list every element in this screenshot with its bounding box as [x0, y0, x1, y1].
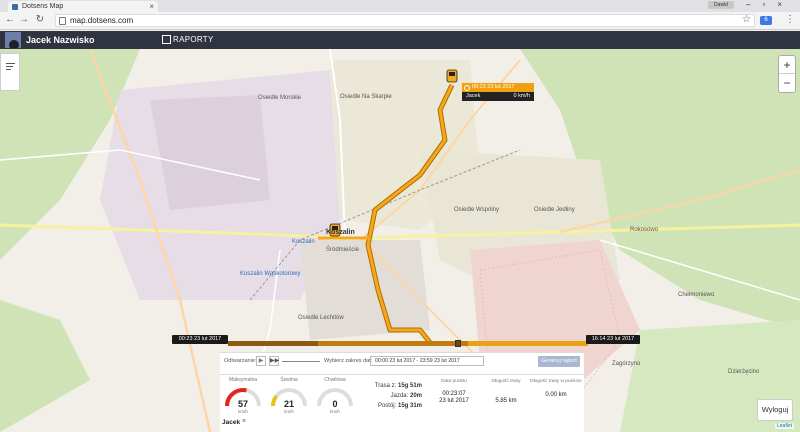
forward-icon[interactable]: → — [18, 14, 30, 26]
route-summary: Trasa z: 15g 51m Jazda: 20m Postój: 15g … — [368, 381, 422, 411]
close-tab-icon[interactable]: × — [149, 1, 154, 12]
extension-icon[interactable]: 6 — [760, 16, 772, 25]
map-label: Śródmieście — [326, 247, 360, 253]
remove-driver-icon[interactable]: × — [242, 418, 246, 425]
clock-icon — [464, 84, 470, 91]
gauge-label: Maksymalna — [228, 377, 258, 383]
stop-label: Postój: — [377, 403, 397, 409]
window-controls[interactable]: –▫× — [746, 0, 794, 9]
zoom-in-button[interactable]: + — [779, 56, 795, 74]
gauge-unit: km/h — [238, 409, 248, 414]
generate-report-button[interactable]: Generuj raport — [538, 356, 580, 367]
back-icon[interactable]: ← — [4, 14, 16, 26]
column-header: Długość trasy w punkcie — [530, 379, 582, 384]
fast-forward-button[interactable]: ▶▶ — [269, 356, 279, 366]
timeline-end-label: 16:14 23 lut 2017 — [586, 335, 640, 344]
gauge-max-speed: Maksymalna 57 km/h — [220, 377, 266, 414]
column-header: Długość trasy — [491, 379, 521, 384]
popup-driver: Jacek — [466, 93, 481, 99]
stats-panel: Maksymalna 57 km/h Średnia 21 km/h Chwil… — [220, 374, 584, 432]
gauge-unit: km/h — [330, 409, 340, 414]
zoom-out-button[interactable]: − — [779, 74, 795, 92]
map-label: Koszalin — [326, 229, 355, 236]
point-time: 00:23:07 — [442, 391, 466, 397]
timeline-bar[interactable] — [228, 340, 588, 347]
page-icon — [59, 17, 66, 25]
stop-value: 15g 31m — [397, 403, 422, 409]
route-length-value: 5.85 km — [495, 398, 517, 404]
tab-title: Dotsens Map — [22, 3, 64, 10]
map-label: Rokosowo — [630, 227, 659, 233]
reload-icon[interactable]: ↻ — [34, 14, 46, 26]
gauge-unit: km/h — [284, 409, 294, 414]
date-range-label: Wybierz zakres dat: — [324, 358, 373, 364]
playback-label: Odtwarzanie: — [224, 358, 257, 364]
date-range-input[interactable]: 00:00 23 lut 2017 - 23:59 23 lut 2017 — [370, 356, 484, 366]
playback-controls: Odtwarzanie: ▶ ▶▶ Wybierz zakres dat: 00… — [220, 352, 584, 374]
route-length-column: Długość trasy 5.85 km — [480, 379, 532, 405]
popup-info-row: Jacek 0 km/h — [462, 92, 534, 101]
point-length-value: 0.00 km — [545, 392, 567, 398]
map-label: Osiedle Jedliny — [534, 207, 575, 213]
reports-icon[interactable] — [162, 35, 171, 44]
address-bar-row: ← → ↻ map.dotsens.com ☆ 6 ⋮ — [0, 12, 800, 30]
bookmark-star-icon[interactable]: ☆ — [742, 14, 751, 25]
map-label: Dzierżęcino — [728, 369, 760, 375]
gauge-label: Chwilowa — [324, 377, 346, 383]
avatar[interactable] — [5, 32, 21, 48]
timeline-handle[interactable] — [455, 340, 462, 347]
url-text: map.dotsens.com — [70, 16, 134, 25]
url-input[interactable]: map.dotsens.com — [55, 14, 755, 27]
gauge-value: 21 — [283, 399, 294, 409]
popup-time: 00:23 23 lut 2017 — [472, 84, 515, 90]
gauge-current-speed: Chwilowa 0 km/h — [312, 377, 358, 414]
timeline-segment — [318, 341, 468, 346]
point-length-column: Długość trasy w punkcie 0.00 km — [530, 379, 582, 399]
drive-label: Jazda: — [390, 393, 409, 399]
driver-name: Jacek — [222, 419, 241, 426]
gauge-label: Średnia — [280, 377, 298, 383]
map-label: Osiedle Wspólny — [454, 207, 500, 213]
route-value: 15g 51m — [397, 383, 422, 389]
browser-menu-icon[interactable]: ⋮ — [785, 14, 795, 25]
gauge-value: 57 — [237, 399, 248, 409]
leaflet-attribution[interactable]: Leaflet — [775, 423, 795, 429]
map-label: Osiedle Na Skarpie — [340, 94, 392, 100]
map-label: Osiedle Morskie — [258, 95, 302, 101]
route-label: Trasa z: — [374, 383, 397, 389]
map-label: Osiedle Lechitów — [298, 315, 344, 321]
column-header: Data punktu — [441, 379, 467, 384]
point-date: 23 lut 2017 — [439, 398, 469, 404]
position-popup[interactable]: 00:23 23 lut 2017 Jacek 0 km/h — [462, 83, 534, 101]
timeline-start-label: 00:23 23 lut 2017 — [172, 335, 228, 344]
map-label: Chełmoniewo — [678, 292, 715, 298]
app-header: Jacek Nazwisko RAPORTY — [0, 31, 800, 49]
gauge-avg-speed: Średnia 21 km/h — [266, 377, 312, 414]
gauge-value: 0 — [332, 399, 338, 409]
reports-link[interactable]: RAPORTY — [173, 31, 214, 49]
favicon-icon — [12, 4, 18, 10]
zoom-control: + − — [778, 55, 796, 93]
popup-speed: 0 km/h — [513, 93, 530, 99]
filter-menu-button[interactable] — [0, 53, 20, 91]
popup-time-row: 00:23 23 lut 2017 — [462, 83, 534, 92]
play-button[interactable]: ▶ — [256, 356, 266, 366]
map-label: Koszalin Wąskotorowy — [240, 271, 301, 277]
browser-tab-strip: Dotsens Map × Dawid –▫× — [0, 0, 800, 13]
profile-badge[interactable]: Dawid — [708, 1, 734, 9]
playback-speed-slider[interactable] — [282, 361, 320, 362]
logout-button[interactable]: Wyloguj — [757, 399, 793, 421]
map-label: Zagórzyno — [612, 361, 641, 367]
drive-value: 20m — [409, 393, 422, 399]
timeline-segment — [228, 341, 318, 346]
user-name[interactable]: Jacek Nazwisko — [26, 31, 95, 49]
map-label: Koszalin — [292, 239, 315, 245]
point-date-column: Data punktu 00:23:07 23 lut 2017 — [428, 379, 480, 405]
